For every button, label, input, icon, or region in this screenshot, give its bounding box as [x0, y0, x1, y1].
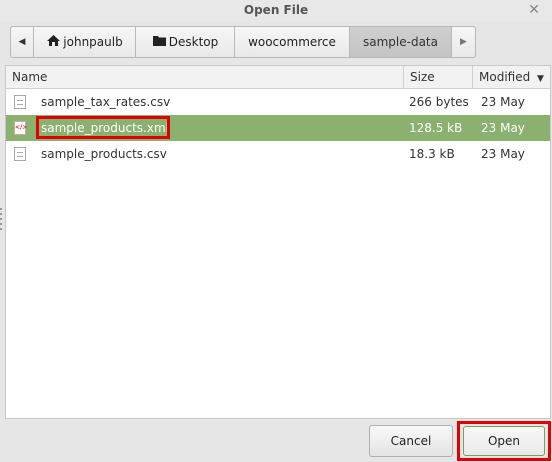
column-header-modified-label: Modified [479, 70, 531, 84]
file-modified: 23 May [481, 95, 525, 109]
file-size: 18.3 kB [409, 147, 455, 161]
path-segment-label: Desktop [168, 35, 219, 49]
column-divider[interactable] [472, 66, 473, 88]
column-divider[interactable] [403, 66, 404, 88]
sort-descending-icon: ▼ [537, 74, 544, 84]
chevron-left-icon: ◀ [18, 37, 26, 47]
highlight-box [36, 116, 170, 139]
text-file-icon [14, 147, 26, 161]
column-header-size[interactable]: Size [410, 66, 435, 88]
resize-grip-icon[interactable] [0, 208, 2, 234]
cancel-button[interactable]: Cancel [369, 425, 453, 457]
dialog-title: Open File [243, 3, 309, 17]
path-back-button[interactable]: ◀ [10, 26, 34, 58]
path-segment-label: johnpaulb [63, 35, 123, 49]
file-name: sample_products.csv [41, 147, 167, 161]
file-modified: 23 May [481, 147, 525, 161]
path-segment-desktop[interactable]: Desktop [136, 26, 235, 58]
path-segment-label: sample-data [363, 35, 438, 49]
close-icon[interactable]: ✕ [526, 2, 542, 18]
xml-file-icon: </> [14, 121, 27, 135]
path-segment-label: woocommerce [248, 35, 336, 49]
file-size: 128.5 kB [409, 121, 463, 135]
folder-icon [152, 34, 167, 50]
column-header: Name Size Modified ▼ [6, 66, 550, 89]
file-list[interactable]: Name Size Modified ▼ sample_tax_rates.cs… [5, 65, 551, 419]
path-segment-home[interactable]: johnpaulb [34, 26, 136, 58]
file-size: 266 bytes [409, 95, 469, 109]
column-header-name[interactable]: Name [12, 66, 47, 88]
home-icon [46, 34, 61, 50]
file-row-selected[interactable]: </> sample_products.xml 128.5 kB 23 May [6, 115, 550, 141]
title-bar: Open File ✕ [0, 0, 552, 22]
column-header-modified[interactable]: Modified ▼ [479, 66, 544, 88]
file-name: sample_tax_rates.csv [41, 95, 171, 109]
open-button[interactable]: Open [463, 426, 545, 456]
chevron-right-icon: ▶ [460, 37, 467, 47]
file-modified: 23 May [481, 121, 525, 135]
path-segment-woocommerce[interactable]: woocommerce [235, 26, 350, 58]
file-row[interactable]: sample_tax_rates.csv 266 bytes 23 May [6, 89, 550, 115]
path-bar: ◀ johnpaulb Desktop woocommerce sample-d… [10, 26, 477, 58]
file-row[interactable]: sample_products.csv 18.3 kB 23 May [6, 141, 550, 167]
open-button-highlight: Open [457, 421, 551, 461]
path-segment-sample-data[interactable]: sample-data [350, 26, 452, 58]
path-forward-button[interactable]: ▶ [452, 26, 476, 58]
text-file-icon [14, 95, 26, 109]
